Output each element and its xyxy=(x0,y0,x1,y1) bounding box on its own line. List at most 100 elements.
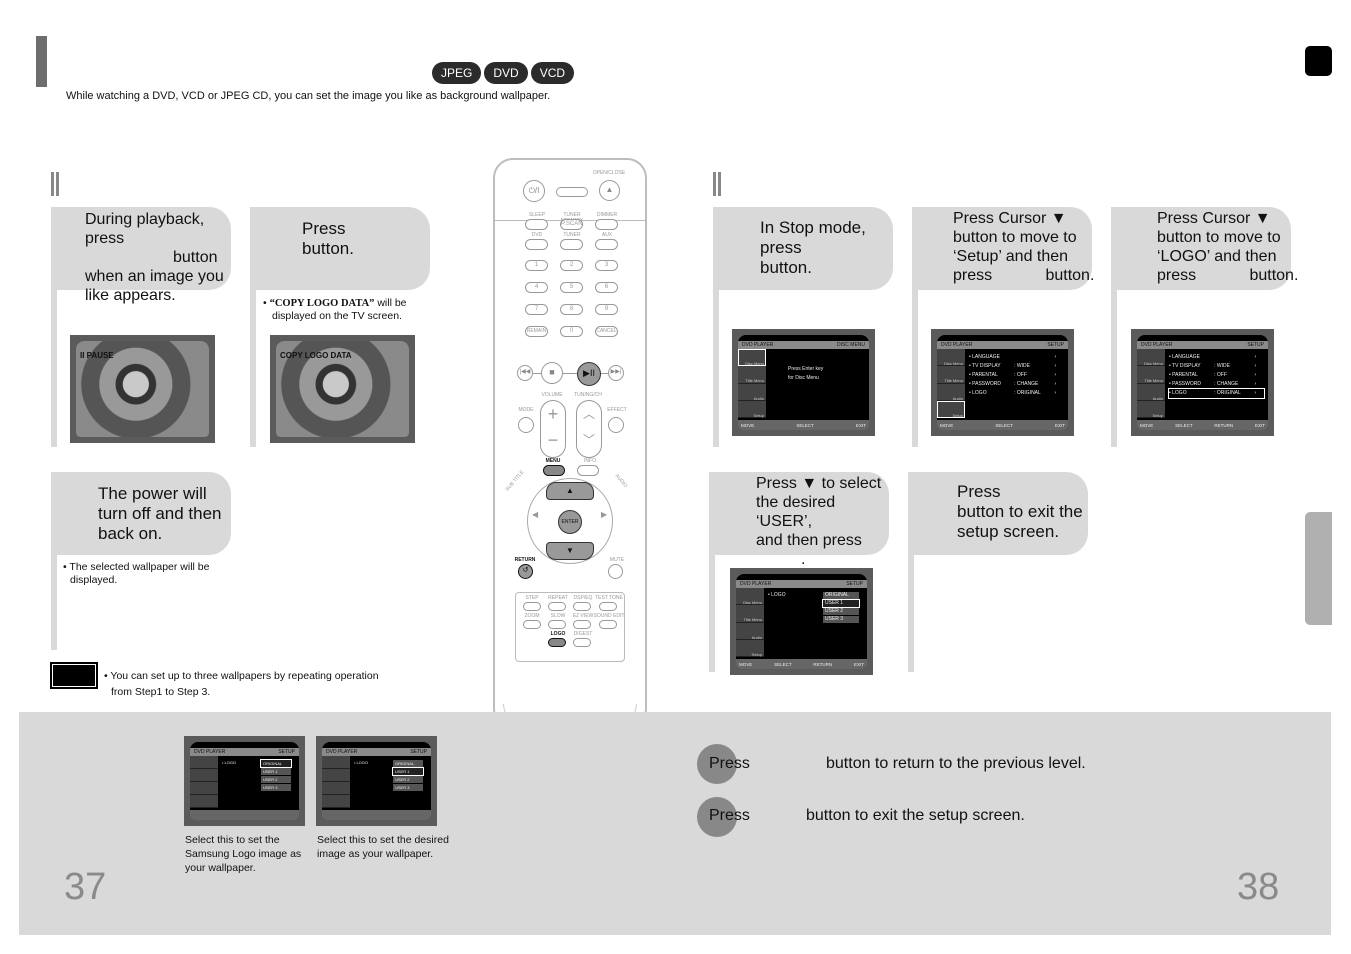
menu-button[interactable] xyxy=(543,465,565,476)
stop-button[interactable]: ■ xyxy=(541,362,563,384)
zoom-button[interactable] xyxy=(523,620,541,629)
logo-option: USER 1 xyxy=(261,768,291,775)
digit-7-button[interactable]: 7 xyxy=(525,304,548,315)
caption-line: image as your wallpaper. xyxy=(317,848,434,860)
return-button[interactable]: ↺ xyxy=(518,564,533,579)
step-text: The power will xyxy=(98,484,207,503)
setup-menu-row: • LOGO: ORIGINAL › xyxy=(969,389,1064,398)
step3-bubble: The power will turn off and then back on… xyxy=(51,472,231,555)
power-button[interactable]: ⏻/I xyxy=(523,180,545,202)
row-value: : ORIGINAL xyxy=(1014,390,1041,396)
slow-button[interactable] xyxy=(548,620,566,629)
menu-header-left: DVD PLAYER xyxy=(742,342,774,348)
pscan-button[interactable]: P.SCAN xyxy=(560,219,583,230)
dimmer-button[interactable] xyxy=(595,219,618,230)
cursor-down-button[interactable]: ▼ xyxy=(546,542,594,560)
side-item: Disc Menu xyxy=(738,349,766,367)
step-text: During playback, press xyxy=(85,211,205,247)
section-marker xyxy=(713,172,721,196)
footer-item: EXIT xyxy=(855,422,866,428)
side-item: Title Menu xyxy=(738,366,766,384)
mute-button[interactable] xyxy=(608,564,623,579)
step-button[interactable] xyxy=(523,602,541,611)
section-marker xyxy=(51,172,59,196)
logo-button[interactable] xyxy=(548,638,566,647)
side-item: Setup xyxy=(738,401,766,418)
step-text: turn off and then xyxy=(98,504,222,523)
return-instruction: button to return to the previous level. xyxy=(826,755,1086,772)
menu-label: MENU xyxy=(545,458,561,464)
dsp-eq-button[interactable] xyxy=(573,602,591,611)
tuner-button[interactable] xyxy=(560,239,583,250)
step-text: Press Cursor ▼ xyxy=(1157,210,1271,227)
digit-8-button[interactable]: 8 xyxy=(560,304,583,315)
row-arrow: › xyxy=(1054,381,1057,387)
digit-9-button[interactable]: 9 xyxy=(595,304,618,315)
cancel-button[interactable]: CANCEL xyxy=(595,326,618,337)
copy-logo-screen: COPY LOGO DATA xyxy=(270,335,415,443)
cursor-left-button[interactable]: ◀ xyxy=(532,510,538,519)
ez-view-button[interactable] xyxy=(573,620,591,629)
open-close-button[interactable]: ▲ xyxy=(599,180,620,201)
menu-header-right: DISC MENU xyxy=(836,342,865,348)
badge-jpeg: JPEG xyxy=(432,62,482,84)
digest-button[interactable] xyxy=(573,638,591,647)
row-arrow: › xyxy=(1254,354,1257,360)
right-step3-bubble: Press Cursor ▼ button to move to ‘LOGO’ … xyxy=(1111,207,1298,290)
tip-line: You can set up to three wallpapers by re… xyxy=(110,670,379,682)
test-tone-button[interactable] xyxy=(599,602,617,611)
info-button[interactable] xyxy=(577,465,599,476)
repeat-button[interactable] xyxy=(548,602,566,611)
logo-options-screen: DVD PLAYER SETUP Disc Menu Title Menu Aud… xyxy=(730,568,873,675)
pause-screen: II PAUSE xyxy=(70,335,215,443)
play-pause-button[interactable]: ▶II xyxy=(577,362,601,386)
tip-line: from Step1 to Step 3. xyxy=(111,686,211,698)
row-value: : OFF xyxy=(1014,372,1027,378)
digit-4-button[interactable]: 4 xyxy=(525,282,548,293)
row-label: • TV DISPLAY xyxy=(969,363,1001,369)
menu-header-left: DVD PLAYER xyxy=(326,749,358,755)
menu-header-right: SETUP xyxy=(278,749,295,755)
step-text: Press xyxy=(957,482,1001,501)
skip-back-button[interactable]: |◀◀ xyxy=(517,365,533,381)
user-option-screen: DVD PLAYER SETUP • LOGO ORIGINAL USER 1 U… xyxy=(316,736,437,826)
digit-2-button[interactable]: 2 xyxy=(560,260,583,271)
aux-button[interactable] xyxy=(595,239,618,250)
footer-item: SELECT xyxy=(995,422,1013,428)
badge-vcd: VCD xyxy=(530,62,575,84)
row-arrow: › xyxy=(1254,381,1257,387)
logo-option: USER 2 xyxy=(261,776,291,783)
row-label: • LOGO xyxy=(969,390,987,396)
step-text: button. xyxy=(302,239,354,258)
effect-button[interactable] xyxy=(608,417,624,433)
logo-option: ORIGINAL xyxy=(823,592,859,599)
digit-0-button[interactable]: 0 xyxy=(560,326,583,337)
setup-menu-row: • TV DISPLAY: WIDE › xyxy=(969,362,1064,371)
skip-forward-button[interactable]: ▶▶| xyxy=(608,365,624,381)
setup-logo-screen: DVD PLAYER SETUP Disc Menu Title Menu Aud… xyxy=(1131,329,1274,436)
tuning-ch-label: TUNING/CH xyxy=(574,392,602,398)
side-item: Audio xyxy=(738,384,766,401)
enter-button[interactable]: ENTER xyxy=(558,510,582,534)
remain-button[interactable]: REMAIN xyxy=(525,326,548,337)
side-item: Disc Menu xyxy=(736,588,764,606)
step-text: Press Cursor ▼ xyxy=(953,210,1067,227)
sound-edit-button[interactable] xyxy=(599,620,617,629)
digit-5-button[interactable]: 5 xyxy=(560,282,583,293)
dvd-button[interactable] xyxy=(525,239,548,250)
menu-header-left: DVD PLAYER xyxy=(1141,342,1173,348)
logo-option: USER 2 xyxy=(823,608,859,615)
logo-option: ORIGINAL xyxy=(393,760,423,767)
mode-button[interactable] xyxy=(518,417,534,433)
digit-1-button[interactable]: 1 xyxy=(525,260,548,271)
digit-3-button[interactable]: 3 xyxy=(595,260,618,271)
sleep-button[interactable] xyxy=(525,219,548,230)
display-button[interactable] xyxy=(556,187,588,197)
cursor-right-button[interactable]: ▶ xyxy=(601,510,607,519)
cursor-up-button[interactable]: ▲ xyxy=(546,482,594,500)
step-text: . xyxy=(801,551,806,568)
digit-6-button[interactable]: 6 xyxy=(595,282,618,293)
row-arrow: › xyxy=(1254,372,1257,378)
footer-item: MOVE xyxy=(739,661,753,667)
setup-menu-row: • LANGUAGE › xyxy=(1169,353,1264,362)
